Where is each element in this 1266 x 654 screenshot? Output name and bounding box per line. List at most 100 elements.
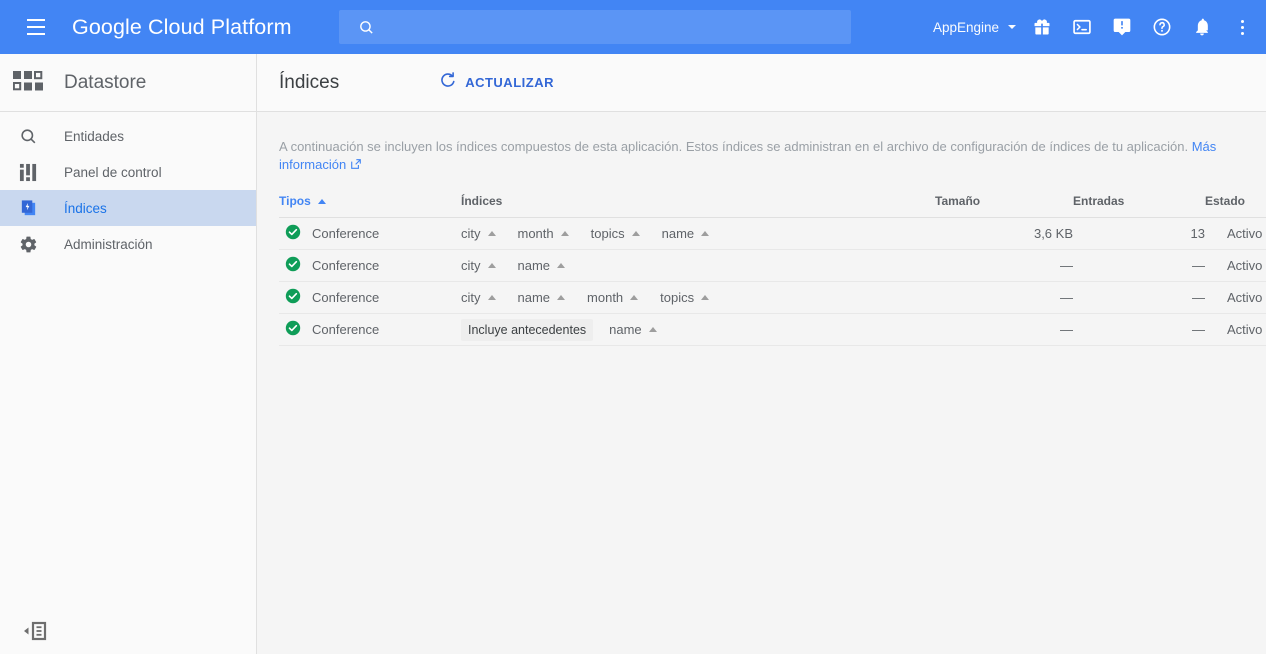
sort-asc-icon bbox=[557, 263, 566, 268]
column-header-tipos-label: Tipos bbox=[279, 194, 311, 208]
table-body: Conference city month topics name 3,6 KB 13 Act… bbox=[279, 217, 1266, 346]
cell-status-value: Activo bbox=[1227, 322, 1263, 337]
column-header-entradas-label: Entradas bbox=[1073, 194, 1125, 208]
index-property-name: city bbox=[461, 226, 481, 241]
cell-index-properties: city name month topics bbox=[461, 281, 935, 314]
notifications-bell-icon[interactable] bbox=[1182, 0, 1222, 54]
sidebar-item-label: Índices bbox=[64, 200, 107, 216]
sidebar-item-entidades[interactable]: Entidades bbox=[0, 118, 256, 154]
column-header-indices[interactable]: Índices bbox=[461, 194, 935, 218]
top-right-actions: AppEngine bbox=[923, 0, 1262, 54]
table-row[interactable]: Conference city name month topics — — Activo bbox=[279, 281, 1266, 314]
indexes-table-wrapper: Tipos Índices Tamaño Entradas Estado Con… bbox=[257, 194, 1266, 346]
more-options-icon[interactable] bbox=[1222, 0, 1262, 54]
sidebar: Datastore Entidades Panel de control Índ… bbox=[0, 54, 257, 654]
brand-title[interactable]: Google Cloud Platform bbox=[72, 15, 292, 40]
cell-size: — bbox=[935, 313, 1073, 346]
sidebar-item-label: Entidades bbox=[64, 128, 125, 144]
check-circle-icon bbox=[285, 320, 301, 339]
cell-size: — bbox=[935, 249, 1073, 282]
refresh-button[interactable]: ACTUALIZAR bbox=[431, 67, 562, 98]
cell-status-value: Activo bbox=[1227, 258, 1263, 273]
index-type-name: Conference bbox=[312, 322, 380, 337]
cell-index-properties: Incluye antecedentes name bbox=[461, 313, 935, 346]
sidebar-item-label: Panel de control bbox=[64, 164, 162, 180]
cell-type: Conference bbox=[279, 281, 461, 314]
index-property: city bbox=[461, 258, 496, 273]
main-content: Índices ACTUALIZAR A continuación se inc… bbox=[257, 54, 1266, 654]
index-property: city bbox=[461, 226, 496, 241]
index-type-name: Conference bbox=[312, 290, 380, 305]
sort-asc-icon bbox=[487, 263, 496, 268]
cloud-shell-icon[interactable] bbox=[1062, 0, 1102, 54]
collapse-sidebar-icon[interactable] bbox=[20, 616, 54, 646]
search-input[interactable] bbox=[385, 19, 815, 35]
refresh-icon bbox=[439, 71, 457, 94]
brand-cloud-platform: Cloud Platform bbox=[148, 14, 292, 39]
project-selector[interactable]: AppEngine bbox=[923, 20, 1022, 35]
gear-icon bbox=[0, 235, 56, 254]
cell-index-properties: city name bbox=[461, 249, 935, 282]
feedback-icon[interactable] bbox=[1102, 0, 1142, 54]
index-type-name: Conference bbox=[312, 226, 380, 241]
index-property-name: month bbox=[517, 226, 554, 241]
sidebar-item-panel-de-control[interactable]: Panel de control bbox=[0, 154, 256, 190]
index-property-name: city bbox=[461, 258, 481, 273]
index-property: city bbox=[461, 290, 496, 305]
hamburger-menu-icon[interactable] bbox=[8, 0, 64, 54]
cell-entries-value: — bbox=[1192, 322, 1205, 337]
index-property: name bbox=[518, 258, 566, 273]
table-header-row: Tipos Índices Tamaño Entradas Estado bbox=[279, 194, 1266, 218]
ancestor-chip: Incluye antecedentes bbox=[461, 318, 594, 341]
check-circle-icon bbox=[285, 224, 301, 243]
table-row[interactable]: Conference Incluye antecedentes name — — Acti… bbox=[279, 313, 1266, 346]
sort-asc-icon bbox=[631, 231, 640, 236]
external-link-icon[interactable] bbox=[350, 157, 362, 175]
cell-entries: — bbox=[1073, 281, 1205, 314]
sort-asc-icon bbox=[701, 295, 710, 300]
index-property-name: name bbox=[517, 258, 551, 273]
cell-size-value: — bbox=[1060, 258, 1073, 273]
datastore-grid-icon bbox=[0, 71, 56, 94]
sidebar-product-title: Datastore bbox=[64, 71, 147, 93]
sort-asc-icon bbox=[557, 295, 566, 300]
gift-icon[interactable] bbox=[1022, 0, 1062, 54]
index-property-name: name bbox=[517, 290, 551, 305]
sidebar-product-header: Datastore bbox=[0, 54, 256, 112]
sort-asc-icon bbox=[317, 198, 326, 204]
index-property-name: name bbox=[661, 226, 695, 241]
search-box[interactable] bbox=[339, 10, 851, 44]
cell-entries: — bbox=[1073, 313, 1205, 346]
cell-status-value: Activo bbox=[1227, 226, 1263, 241]
project-name: AppEngine bbox=[932, 19, 999, 35]
sort-asc-icon bbox=[560, 231, 569, 236]
column-header-tipos[interactable]: Tipos bbox=[279, 194, 461, 218]
table-row[interactable]: Conference city name — — Activo bbox=[279, 249, 1266, 282]
top-header-bar: Google Cloud Platform AppEngine bbox=[0, 0, 1266, 54]
table-row[interactable]: Conference city month topics name 3,6 KB 13 Act… bbox=[279, 217, 1266, 250]
index-property-name: month bbox=[587, 290, 624, 305]
cell-type: Conference bbox=[279, 249, 461, 282]
cell-entries: — bbox=[1073, 249, 1205, 282]
cell-size-value: — bbox=[1060, 290, 1073, 305]
check-circle-icon bbox=[285, 288, 301, 307]
column-header-entradas[interactable]: Entradas bbox=[1073, 194, 1205, 218]
cell-status: Activo bbox=[1205, 217, 1266, 250]
index-property: name bbox=[609, 322, 657, 337]
index-property: name bbox=[518, 290, 566, 305]
column-header-indices-label: Índices bbox=[461, 194, 503, 208]
cell-entries: 13 bbox=[1073, 217, 1205, 250]
indexes-icon bbox=[0, 199, 56, 218]
sidebar-item-indices[interactable]: Índices bbox=[0, 190, 256, 226]
column-header-estado[interactable]: Estado bbox=[1205, 194, 1266, 218]
column-header-tamano[interactable]: Tamaño bbox=[935, 194, 1073, 218]
sort-asc-icon bbox=[648, 327, 657, 332]
cell-size: — bbox=[935, 281, 1073, 314]
cell-entries-value: — bbox=[1192, 258, 1205, 273]
sidebar-item-administracion[interactable]: Administración bbox=[0, 226, 256, 262]
sort-asc-icon bbox=[487, 295, 496, 300]
index-property-name: topics bbox=[660, 290, 695, 305]
help-icon[interactable] bbox=[1142, 0, 1182, 54]
column-header-tamano-label: Tamaño bbox=[935, 194, 981, 208]
index-property: month bbox=[587, 290, 639, 305]
